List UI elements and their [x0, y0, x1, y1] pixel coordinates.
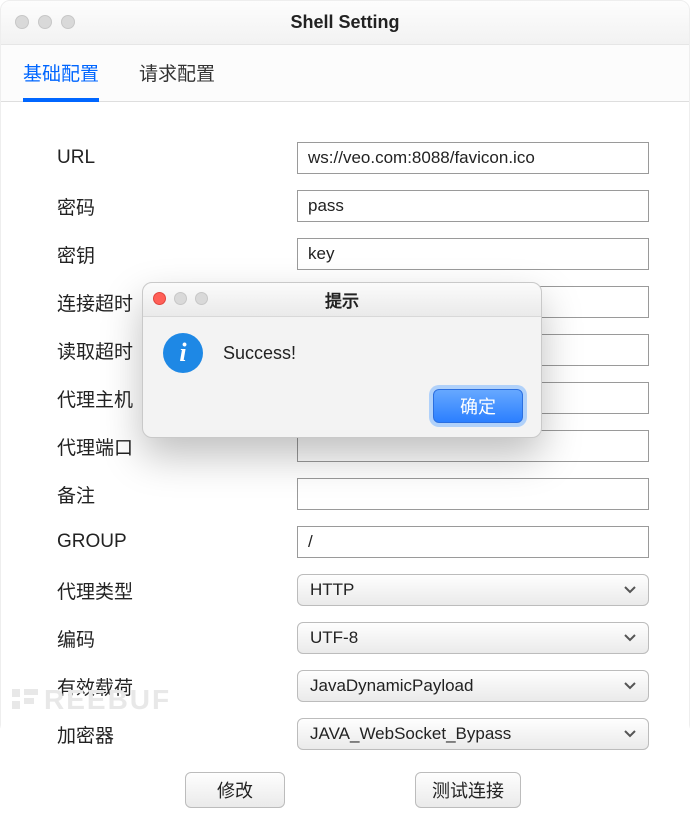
close-icon[interactable] — [153, 292, 166, 305]
row-remark: 备注 — [57, 478, 649, 510]
row-secret: 密钥 — [57, 238, 649, 270]
chevron-down-icon — [624, 634, 636, 642]
label-encryptor: 加密器 — [57, 721, 297, 748]
row-group: GROUP — [57, 526, 649, 558]
alert-dialog: 提示 i Success! 确定 — [142, 282, 542, 438]
encryptor-value: JAVA_WebSocket_Bypass — [310, 724, 511, 744]
payload-value: JavaDynamicPayload — [310, 676, 473, 696]
zoom-icon[interactable] — [61, 15, 75, 29]
zoom-icon — [195, 292, 208, 305]
dialog-titlebar: 提示 — [143, 283, 541, 317]
label-password: 密码 — [57, 193, 297, 220]
encoding-value: UTF-8 — [310, 628, 358, 648]
encoding-select[interactable]: UTF-8 — [297, 622, 649, 654]
tab-basic-config[interactable]: 基础配置 — [23, 59, 99, 102]
remark-input[interactable] — [297, 478, 649, 510]
label-encoding: 编码 — [57, 625, 297, 652]
proxy-type-select[interactable]: HTTP — [297, 574, 649, 606]
label-group: GROUP — [57, 531, 297, 553]
ok-button[interactable]: 确定 — [433, 389, 523, 423]
proxy-type-value: HTTP — [310, 580, 354, 600]
row-proxy-type: 代理类型 HTTP — [57, 574, 649, 606]
watermark: REEBUF — [12, 684, 171, 718]
minimize-icon — [174, 292, 187, 305]
payload-select[interactable]: JavaDynamicPayload — [297, 670, 649, 702]
info-icon: i — [163, 333, 203, 373]
minimize-icon[interactable] — [38, 15, 52, 29]
close-icon[interactable] — [15, 15, 29, 29]
label-proxy-type: 代理类型 — [57, 577, 297, 604]
dialog-body: i Success! — [143, 317, 541, 383]
test-connection-button[interactable]: 测试连接 — [415, 772, 521, 808]
row-url: URL — [57, 142, 649, 174]
row-encryptor: 加密器 JAVA_WebSocket_Bypass — [57, 718, 649, 750]
watermark-logo-icon — [12, 686, 40, 718]
encryptor-select[interactable]: JAVA_WebSocket_Bypass — [297, 718, 649, 750]
dialog-message: Success! — [223, 343, 296, 364]
label-secret: 密钥 — [57, 241, 297, 268]
button-row: 修改 测试连接 — [57, 772, 649, 808]
chevron-down-icon — [624, 586, 636, 594]
label-url: URL — [57, 147, 297, 169]
window-title: Shell Setting — [1, 12, 689, 33]
titlebar: Shell Setting — [1, 1, 689, 45]
row-password: 密码 — [57, 190, 649, 222]
password-input[interactable] — [297, 190, 649, 222]
traffic-lights — [15, 15, 75, 29]
dialog-traffic-lights — [153, 292, 208, 305]
url-input[interactable] — [297, 142, 649, 174]
chevron-down-icon — [624, 682, 636, 690]
group-input[interactable] — [297, 526, 649, 558]
tab-request-config[interactable]: 请求配置 — [139, 59, 215, 101]
tab-bar: 基础配置 请求配置 — [1, 45, 689, 102]
watermark-text: REEBUF — [44, 684, 171, 715]
dialog-footer: 确定 — [143, 383, 541, 437]
label-remark: 备注 — [57, 481, 297, 508]
modify-button[interactable]: 修改 — [185, 772, 285, 808]
secret-input[interactable] — [297, 238, 649, 270]
chevron-down-icon — [624, 730, 636, 738]
row-encoding: 编码 UTF-8 — [57, 622, 649, 654]
